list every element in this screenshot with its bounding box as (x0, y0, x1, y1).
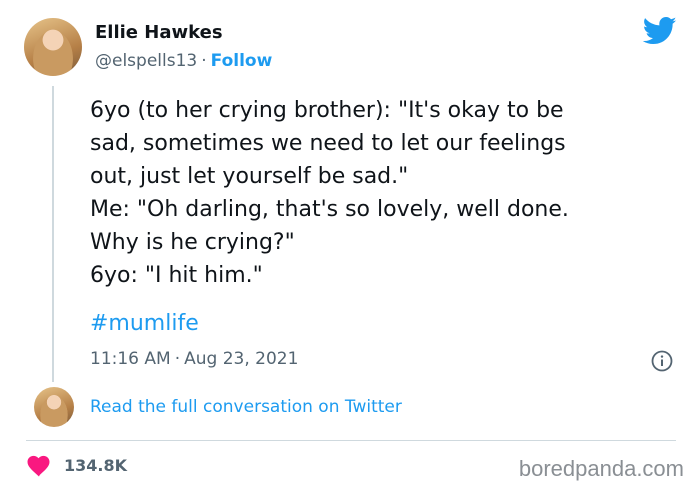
twitter-bird-icon[interactable] (643, 16, 677, 46)
like-count: 134.8K (64, 456, 128, 475)
reply-avatar[interactable] (34, 387, 74, 427)
tweet-line: Why is he crying?" (90, 230, 295, 255)
author-handle-row: @elspells13 · Follow (95, 51, 272, 71)
tweet-line: sad, sometimes we need to let our feelin… (90, 131, 566, 156)
watermark: boredpanda.com (518, 456, 684, 481)
tweet-timestamp[interactable]: 11:16 AM · Aug 23, 2021 (90, 349, 298, 369)
follow-button[interactable]: Follow (211, 51, 273, 71)
tweet-line: Me: "Oh darling, that's so lovely, well … (90, 197, 569, 222)
author-avatar[interactable] (24, 18, 82, 76)
tweet-text: 6yo (to her crying brother): "It's okay … (90, 94, 680, 292)
tweet-time[interactable]: 11:16 AM (90, 349, 171, 369)
author-name[interactable]: Ellie Hawkes (95, 22, 223, 43)
handle-separator: · (201, 51, 207, 71)
info-icon[interactable] (651, 350, 673, 372)
timestamp-separator: · (174, 349, 181, 369)
read-conversation-link[interactable]: Read the full conversation on Twitter (90, 397, 402, 417)
divider (26, 440, 676, 441)
author-handle[interactable]: @elspells13 (95, 51, 197, 71)
tweet-line: out, just let yourself be sad." (90, 164, 409, 189)
tweet-line: 6yo (to her crying brother): "It's okay … (90, 98, 564, 123)
thread-line (52, 86, 54, 382)
tweet-line: 6yo: "I hit him." (90, 263, 263, 288)
tweet-date[interactable]: Aug 23, 2021 (184, 349, 298, 369)
heart-icon[interactable] (27, 455, 51, 477)
hashtag-link[interactable]: #mumlife (90, 311, 199, 336)
